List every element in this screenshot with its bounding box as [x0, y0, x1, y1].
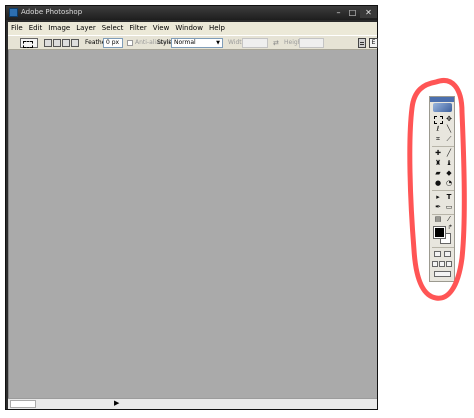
full-screen-menu-mode-icon[interactable]	[439, 261, 445, 267]
menu-image[interactable]: Image	[45, 22, 73, 35]
tools-divider	[432, 146, 454, 147]
palette-icon[interactable]	[358, 38, 366, 48]
window-title: Adobe Photoshop	[21, 8, 83, 16]
tool-preset-picker[interactable]	[20, 38, 38, 48]
standard-screen-mode-icon[interactable]	[432, 261, 438, 267]
full-screen-mode-icon[interactable]	[446, 261, 452, 267]
swap-colors-icon[interactable]: ↱	[446, 224, 454, 231]
standard-mode-icon[interactable]	[434, 251, 441, 257]
height-input[interactable]	[299, 38, 324, 48]
chevron-down-icon: ▼	[216, 40, 220, 46]
jump-to-imageready-icon[interactable]	[434, 271, 451, 277]
tools-divider	[432, 190, 454, 191]
quick-mask-mode-icon[interactable]	[444, 251, 451, 257]
zoom-field[interactable]	[10, 400, 36, 408]
marquee-tool-icon[interactable]	[433, 115, 443, 124]
menu-edit[interactable]: Edit	[26, 22, 46, 35]
blur-tool-icon[interactable]: ●	[433, 179, 443, 188]
menu-help[interactable]: Help	[206, 22, 228, 35]
pen-tool-icon[interactable]: ✒	[433, 203, 443, 212]
notes-tool-icon[interactable]: ▤	[433, 215, 443, 224]
minimize-button[interactable]: –	[332, 7, 345, 18]
palette-well-button[interactable]: E	[369, 38, 378, 48]
status-bar: ▶	[8, 398, 377, 409]
menu-select[interactable]: Select	[99, 22, 127, 35]
menu-layer[interactable]: Layer	[73, 22, 99, 35]
paint-bucket-tool-icon[interactable]: ◆	[444, 169, 454, 178]
slice-tool-icon[interactable]: ⟋	[444, 135, 454, 144]
close-button[interactable]: ✕	[360, 7, 377, 18]
eyedropper-tool-icon[interactable]: ⁄	[444, 215, 454, 224]
foreground-color-swatch[interactable]	[434, 227, 445, 238]
shape-tool-icon[interactable]: ▭	[444, 203, 454, 212]
adobe-online-logo-icon[interactable]	[433, 103, 452, 112]
tools-palette-title-bar[interactable]	[430, 97, 454, 102]
lasso-tool-icon[interactable]: ℓ	[433, 125, 443, 134]
healing-brush-tool-icon[interactable]: ✚	[433, 149, 443, 158]
menu-view[interactable]: View	[150, 22, 173, 35]
menu-filter[interactable]: Filter	[126, 22, 149, 35]
subtract-from-selection-button[interactable]	[62, 39, 70, 47]
eraser-tool-icon[interactable]: ▰	[433, 169, 443, 178]
anti-aliased-checkbox[interactable]	[127, 40, 133, 46]
style-select[interactable]: Normal ▼	[171, 38, 223, 48]
menu-window[interactable]: Window	[172, 22, 206, 35]
history-brush-tool-icon[interactable]: ♝	[444, 159, 454, 168]
title-bar[interactable]: Adobe Photoshop – □ ✕	[6, 6, 377, 20]
swap-width-height-icon[interactable]: ⇄	[273, 39, 279, 47]
status-menu-arrow-icon[interactable]: ▶	[114, 400, 119, 408]
brush-tool-icon[interactable]: ╱	[444, 149, 454, 158]
photoshop-app-icon	[9, 8, 18, 17]
add-to-selection-button[interactable]	[53, 39, 61, 47]
magic-wand-tool-icon[interactable]: ╲	[444, 125, 454, 134]
intersect-selection-button[interactable]	[71, 39, 79, 47]
tools-divider	[432, 247, 454, 248]
feather-input[interactable]: 0 px	[103, 38, 123, 48]
tools-palette: ✥ ℓ ╲ ⌗ ⟋ ✚ ╱ ♜ ♝ ▰ ◆ ● ◔ ▸ T ✒ ▭ ▤ ⁄ ✋ …	[429, 96, 455, 282]
dodge-tool-icon[interactable]: ◔	[444, 179, 454, 188]
menu-bar: File Edit Image Layer Select Filter View…	[8, 22, 377, 35]
path-selection-tool-icon[interactable]: ▸	[433, 193, 443, 202]
style-value: Normal	[174, 39, 196, 46]
width-input[interactable]	[242, 38, 268, 48]
maximize-button[interactable]: □	[346, 7, 359, 18]
type-tool-icon[interactable]: T	[444, 193, 454, 202]
options-bar: Feather: 0 px Anti-aliased Style: Normal…	[8, 35, 378, 50]
clone-stamp-tool-icon[interactable]: ♜	[433, 159, 443, 168]
photoshop-window: Adobe Photoshop – □ ✕ File Edit Image La…	[5, 5, 378, 410]
workspace-canvas-area[interactable]	[8, 50, 377, 398]
crop-tool-icon[interactable]: ⌗	[433, 135, 443, 144]
move-tool-icon[interactable]: ✥	[444, 115, 454, 124]
new-selection-button[interactable]	[44, 39, 52, 47]
menu-file[interactable]: File	[8, 22, 26, 35]
